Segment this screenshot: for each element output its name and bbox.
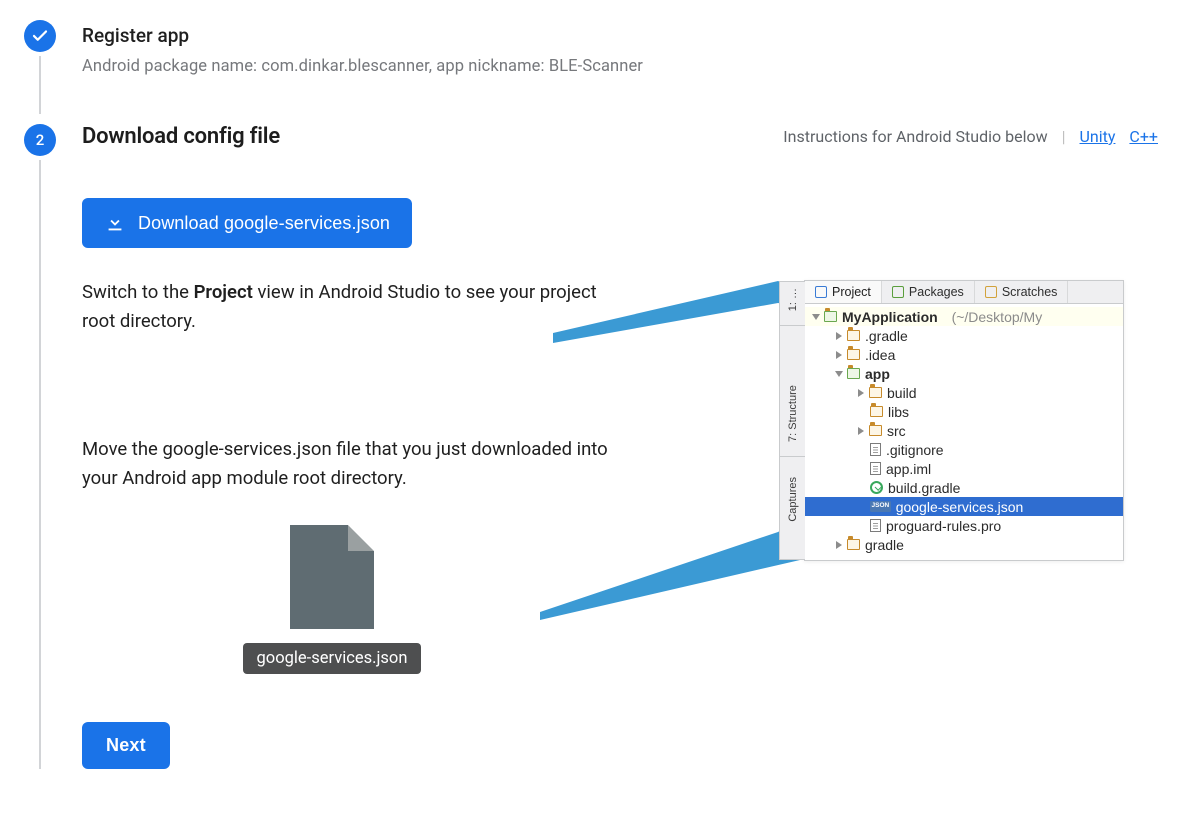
tree-item-app[interactable]: app: [805, 364, 1123, 383]
side-tab-project[interactable]: 1: …: [787, 288, 799, 311]
project-tab-icon: [815, 286, 827, 298]
folder-icon: [847, 349, 860, 360]
tree-item-gitignore[interactable]: .gitignore: [805, 440, 1123, 459]
tree-item-libs[interactable]: libs: [805, 402, 1123, 421]
step1-subtitle: Android package name: com.dinkar.blescan…: [82, 57, 1158, 76]
as-view-tabs: Project Packages Scratches: [805, 281, 1123, 304]
chevron-down-icon: [812, 314, 820, 320]
folder-icon: [869, 387, 882, 398]
tree-item-google-services[interactable]: JSON google-services.json: [805, 497, 1123, 516]
project-tree: MyApplication (~/Desktop/My .gradle .ide…: [805, 304, 1123, 560]
step-register-app: Register app Android package name: com.d…: [24, 20, 1158, 114]
packages-tab-icon: [892, 286, 904, 298]
step1-title: Register app: [82, 20, 1158, 47]
chevron-right-icon: [836, 541, 842, 549]
config-file-name: google-services.json: [243, 643, 422, 674]
tab-packages[interactable]: Packages: [882, 281, 975, 303]
chevron-right-icon: [836, 351, 842, 359]
chevron-right-icon: [836, 332, 842, 340]
file-icon: [870, 443, 881, 456]
step-download-config: 2 Download config file Instructions for …: [24, 124, 1158, 156]
tree-item-dot-gradle[interactable]: .gradle: [805, 326, 1123, 345]
side-tab-captures[interactable]: Captures: [787, 477, 799, 522]
gradle-icon: [870, 481, 883, 494]
side-tab-structure[interactable]: 7: Structure: [787, 350, 799, 442]
instruction-project-view: Switch to the Project view in Android St…: [82, 278, 622, 335]
tree-root[interactable]: MyApplication (~/Desktop/My: [805, 307, 1123, 326]
tab-project[interactable]: Project: [805, 281, 882, 303]
step-connector: [39, 160, 41, 769]
tree-item-build[interactable]: build: [805, 383, 1123, 402]
module-folder-icon: [824, 311, 837, 322]
chevron-right-icon: [858, 389, 864, 397]
tree-item-idea[interactable]: .idea: [805, 345, 1123, 364]
android-studio-preview: 1: … 7: Structure Captures Project Packa…: [804, 280, 1124, 561]
step2-number-icon: 2: [24, 124, 56, 156]
tree-item-src[interactable]: src: [805, 421, 1123, 440]
instruction-move-file: Move the google-services.json file that …: [82, 435, 622, 492]
link-divider: |: [1062, 127, 1066, 146]
instructions-label: Instructions for Android Studio below: [783, 127, 1047, 146]
file-icon: [290, 525, 374, 629]
cpp-link[interactable]: C++: [1129, 127, 1158, 146]
tree-item-proguard[interactable]: proguard-rules.pro: [805, 516, 1123, 535]
step1-check-icon: [24, 20, 56, 52]
folder-icon: [869, 425, 882, 436]
step-connector: [39, 56, 41, 114]
tab-scratches[interactable]: Scratches: [975, 281, 1069, 303]
folder-icon: [847, 330, 860, 341]
chevron-right-icon: [858, 427, 864, 435]
chevron-down-icon: [835, 371, 843, 377]
download-icon: [104, 212, 126, 234]
file-icon: [870, 462, 881, 475]
next-button[interactable]: Next: [82, 722, 170, 769]
folder-icon: [870, 406, 883, 417]
unity-link[interactable]: Unity: [1080, 127, 1116, 146]
json-icon: JSON: [870, 501, 891, 512]
tree-item-gradle[interactable]: gradle: [805, 535, 1123, 554]
tree-item-build-gradle[interactable]: build.gradle: [805, 478, 1123, 497]
folder-icon: [847, 539, 860, 550]
file-icon: [870, 519, 881, 532]
scratches-tab-icon: [985, 286, 997, 298]
step2-title: Download config file: [82, 124, 280, 149]
download-config-button[interactable]: Download google-services.json: [82, 198, 412, 248]
module-folder-icon: [847, 368, 860, 379]
tree-item-app-iml[interactable]: app.iml: [805, 459, 1123, 478]
config-file-illustration: google-services.json: [82, 525, 582, 674]
